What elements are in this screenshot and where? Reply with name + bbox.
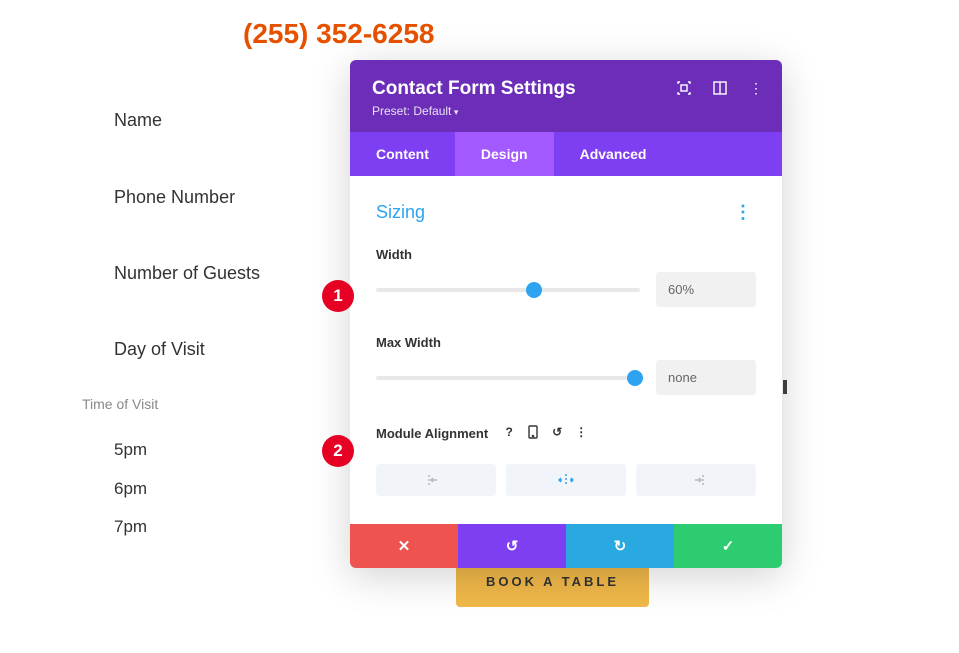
width-slider-thumb[interactable]	[526, 282, 542, 298]
settings-panel: Contact Form Settings Preset: Default ⋮ …	[350, 60, 782, 568]
bg-time-option[interactable]: 5pm	[114, 440, 147, 460]
bg-field-day[interactable]: Day of Visit	[114, 339, 205, 360]
width-label: Width	[376, 247, 756, 262]
decorative-bar	[783, 380, 787, 394]
tab-design[interactable]: Design	[455, 132, 554, 176]
section-menu-icon[interactable]: ⋮	[730, 202, 756, 223]
tab-advanced[interactable]: Advanced	[554, 132, 673, 176]
panel-tabs: Content Design Advanced	[350, 132, 782, 176]
bg-field-name[interactable]: Name	[114, 110, 162, 131]
annotation-marker-1: 1	[322, 280, 354, 312]
help-icon[interactable]: ?	[502, 425, 516, 442]
panel-body: Sizing ⋮ Width Max Width	[350, 176, 782, 524]
phone-number: (255) 352-6258	[243, 18, 434, 50]
field-width: Width	[376, 247, 756, 307]
max-width-slider-thumb[interactable]	[627, 370, 643, 386]
expand-icon[interactable]	[676, 80, 692, 96]
align-center-button[interactable]	[506, 464, 626, 496]
align-right-button[interactable]	[636, 464, 756, 496]
tab-content[interactable]: Content	[350, 132, 455, 176]
max-width-slider[interactable]	[376, 376, 640, 380]
section-title-sizing[interactable]: Sizing	[376, 202, 425, 223]
align-left-button[interactable]	[376, 464, 496, 496]
preset-dropdown[interactable]: Preset: Default	[372, 104, 760, 118]
redo-button[interactable]: ↻	[566, 524, 674, 568]
bg-field-guests[interactable]: Number of Guests	[114, 263, 260, 284]
annotation-marker-2: 2	[322, 435, 354, 467]
bg-time-option[interactable]: 7pm	[114, 517, 147, 537]
max-width-label: Max Width	[376, 335, 756, 350]
max-width-input[interactable]	[656, 360, 756, 395]
bg-time-label: Time of Visit	[82, 396, 158, 412]
alignment-label: Module Alignment	[376, 426, 488, 441]
portability-icon[interactable]	[712, 80, 728, 96]
width-slider[interactable]	[376, 288, 640, 292]
responsive-icon[interactable]	[526, 425, 540, 442]
field-max-width: Max Width	[376, 335, 756, 395]
kebab-menu-icon[interactable]: ⋮	[748, 80, 764, 96]
width-input[interactable]	[656, 272, 756, 307]
panel-footer: ✕ ↺ ↻ ✓	[350, 524, 782, 568]
bg-time-option[interactable]: 6pm	[114, 479, 147, 499]
bg-field-phone[interactable]: Phone Number	[114, 187, 235, 208]
save-button[interactable]: ✓	[674, 524, 782, 568]
field-menu-icon[interactable]: ⋮	[574, 425, 588, 442]
close-button[interactable]: ✕	[350, 524, 458, 568]
panel-header: Contact Form Settings Preset: Default ⋮	[350, 60, 782, 132]
undo-button[interactable]: ↺	[458, 524, 566, 568]
field-alignment: Module Alignment ? ↺ ⋮	[376, 423, 756, 496]
hover-icon[interactable]: ↺	[550, 425, 564, 442]
